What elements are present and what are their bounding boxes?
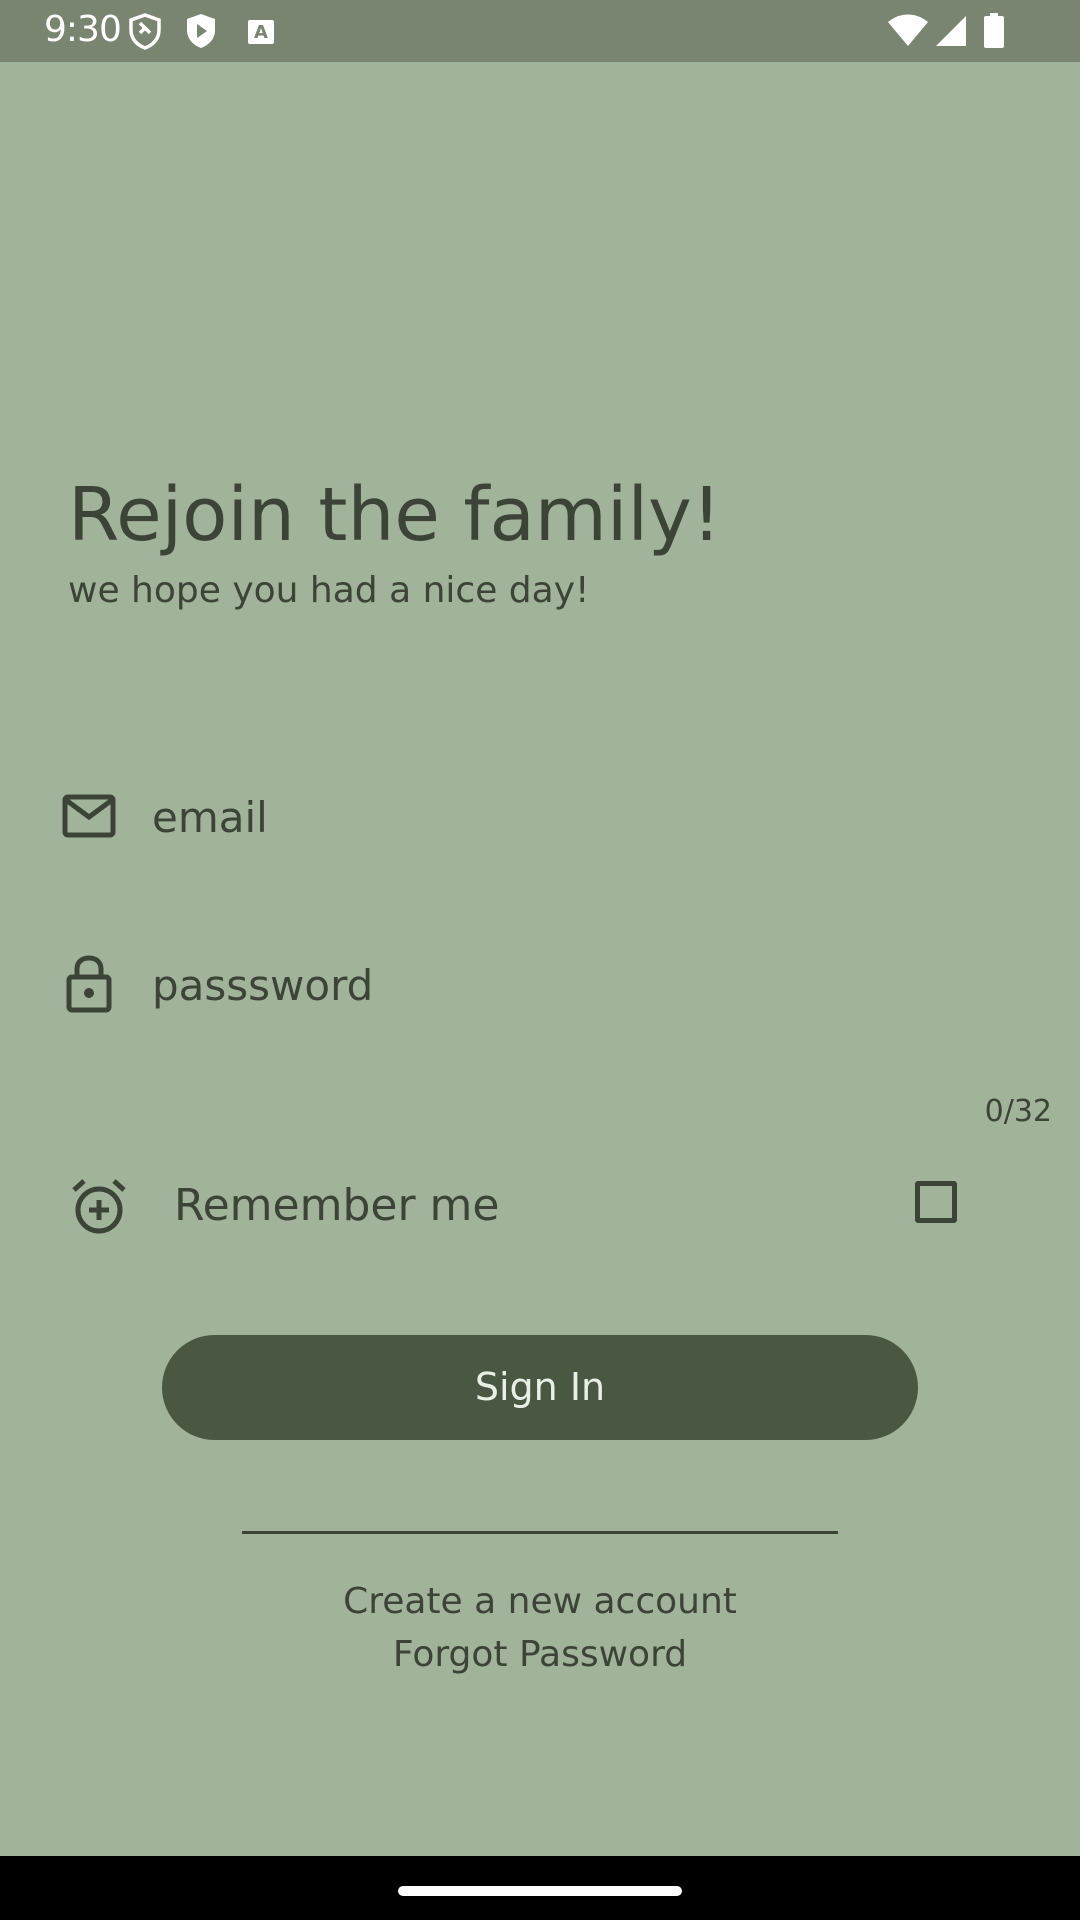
page-subtitle: we hope you had a nice day! [68,570,590,611]
battery-icon [982,12,1006,50]
vpn-shield-icon [128,12,162,50]
home-gesture-handle[interactable] [398,1886,682,1896]
keyboard-a-icon: A [246,12,276,50]
status-time: 9:30 [44,9,122,50]
page-title: Rejoin the family! [68,472,722,558]
remember-me-checkbox[interactable] [915,1181,957,1223]
mail-icon [62,794,116,838]
navigation-bar [0,1856,1080,1920]
remember-me-label: Remember me [174,1180,500,1231]
status-bar: 9:30 A [0,0,1080,62]
alarm-add-icon [70,1178,128,1236]
divider [242,1531,838,1534]
forgot-password-link[interactable]: Forgot Password [0,1630,1080,1680]
password-char-counter: 0/32 [984,1094,1052,1129]
cell-signal-icon [932,12,968,50]
create-account-link[interactable]: Create a new account [0,1577,1080,1627]
svg-text:A: A [254,22,268,43]
password-field[interactable] [152,945,1012,1025]
lock-icon [66,955,112,1013]
play-protect-icon [184,12,218,50]
sign-in-button[interactable]: Sign In [162,1335,918,1440]
email-field[interactable] [152,777,1012,857]
wifi-icon [886,12,930,50]
